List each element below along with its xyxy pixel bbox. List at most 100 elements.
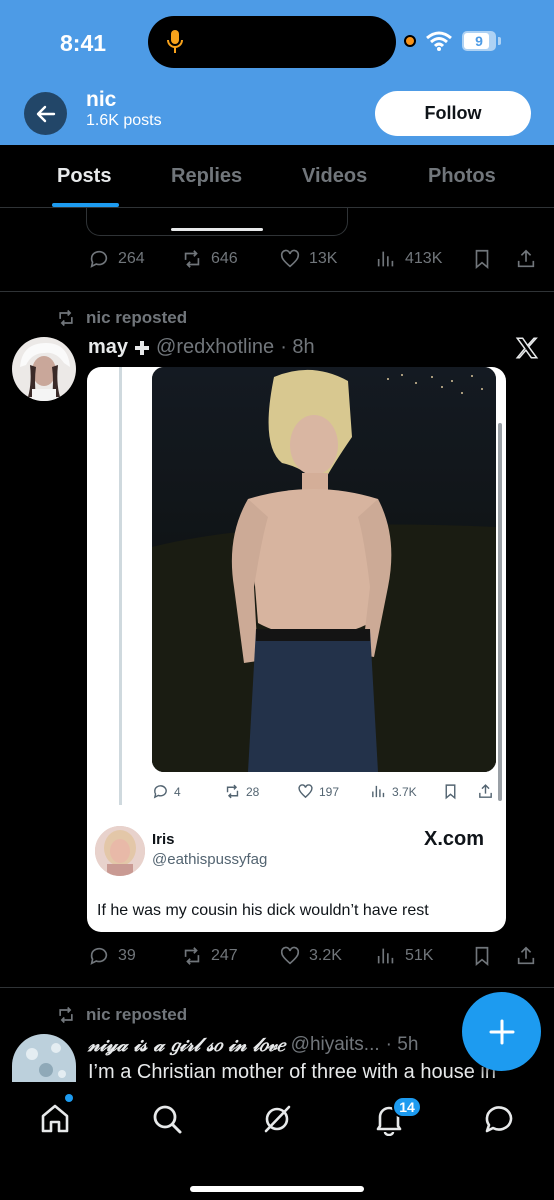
reposted-by-label: nic reposted <box>86 308 188 327</box>
embed-scrollbar[interactable] <box>498 423 502 801</box>
tab-replies[interactable]: Replies <box>171 165 242 188</box>
photo-image <box>152 367 496 772</box>
heart-icon <box>280 249 300 268</box>
embed-reply: 4 <box>152 783 181 800</box>
avatar-image <box>12 337 76 401</box>
reply-icon <box>90 250 108 268</box>
reply-button[interactable]: 39 <box>88 945 136 967</box>
author-handle[interactable]: @redxhotline <box>156 336 274 359</box>
x-com-watermark: X.com <box>424 828 485 850</box>
arrow-left-icon <box>36 105 55 122</box>
repost-count: 247 <box>211 947 238 964</box>
post-time: · 8h <box>280 336 315 358</box>
privacy-dot-icon <box>404 35 416 47</box>
profile-posts-count: 1.6K posts <box>86 112 162 129</box>
wifi-icon <box>426 31 452 51</box>
repost-icon <box>226 784 239 799</box>
status-icons: 9 <box>404 30 501 52</box>
author-name[interactable]: 𝓃𝒾𝓎𝒶 𝒾𝓈 𝒶 𝑔𝒾𝓇𝓁 𝓈𝑜 𝒾𝓃 𝓁𝑜𝓋𝑒 <box>88 1034 285 1056</box>
bookmark-icon <box>475 946 489 967</box>
post-divider <box>0 987 554 988</box>
repost-icon <box>59 309 73 327</box>
embed-reply-text: If he was my cousin his dick wouldn’t ha… <box>97 902 429 919</box>
repost-indicator[interactable]: nic reposted <box>56 1005 187 1025</box>
post-photo[interactable] <box>152 367 496 772</box>
avatar[interactable] <box>12 1034 76 1082</box>
profile-name: nic <box>86 88 117 111</box>
previous-post-media[interactable] <box>86 208 348 236</box>
views-icon <box>372 785 385 798</box>
home-icon[interactable] <box>38 1102 72 1136</box>
follow-button[interactable]: Follow <box>375 91 531 136</box>
share-button[interactable] <box>515 945 537 967</box>
author-name[interactable]: may <box>88 336 128 359</box>
battery-icon: 9 <box>462 31 496 51</box>
status-time: 8:41 <box>60 30 107 56</box>
bookmark-button[interactable] <box>471 945 493 967</box>
messages-icon[interactable] <box>482 1102 516 1136</box>
reply-icon <box>90 947 108 965</box>
reposted-by-label: nic reposted <box>86 1005 188 1024</box>
like-button[interactable]: 3.2K <box>279 945 342 967</box>
embed-views: 3.7K <box>370 783 417 800</box>
like-count: 3.2K <box>309 947 342 964</box>
embed-repost-count: 28 <box>246 784 260 799</box>
search-icon[interactable] <box>150 1102 184 1136</box>
previous-post-actions: 264 646 13K 413K <box>0 248 554 272</box>
views-icon <box>377 251 394 267</box>
plus-badge-icon <box>135 340 150 355</box>
bookmark-icon <box>475 249 489 270</box>
notification-badge: 14 <box>392 1096 422 1118</box>
compose-button[interactable] <box>462 992 541 1071</box>
reply-button[interactable]: 264 <box>88 248 145 270</box>
back-button[interactable] <box>24 92 67 135</box>
author-handle[interactable]: @hiyaits... <box>291 1034 380 1056</box>
tab-videos[interactable]: Videos <box>302 165 367 188</box>
embed-bookmark <box>442 783 459 800</box>
views-button[interactable]: 51K <box>375 945 433 967</box>
battery-level: 9 <box>475 33 483 49</box>
embedded-screenshot[interactable]: 4 28 197 3.7K Iris @eathispussyfag X.com… <box>87 367 506 932</box>
views-button[interactable]: 413K <box>375 248 442 270</box>
reply-count: 39 <box>118 947 136 964</box>
reply-author-name: Iris <box>152 831 175 848</box>
grok-icon[interactable] <box>260 1102 294 1136</box>
bookmark-icon <box>445 784 456 800</box>
reply-count: 264 <box>118 250 145 267</box>
share-button[interactable] <box>515 248 537 270</box>
tab-posts[interactable]: Posts <box>57 165 111 188</box>
repost-count: 646 <box>211 250 238 267</box>
views-count: 51K <box>405 947 434 964</box>
post-author[interactable]: 𝓃𝒾𝓎𝒶 𝒾𝓈 𝒶 𝑔𝒾𝓇𝓁 𝓈𝑜 𝒾𝓃 𝓁𝑜𝓋𝑒 @hiyaits... · … <box>88 1034 418 1056</box>
heart-icon <box>280 946 300 965</box>
thread-line <box>119 367 122 805</box>
home-unread-dot <box>65 1094 73 1102</box>
post-author[interactable]: may @redxhotline · 8h <box>88 336 315 359</box>
tab-photos[interactable]: Photos <box>428 165 496 188</box>
profile-tabs: Posts Replies Videos Photos <box>0 145 554 208</box>
embed-like-count: 197 <box>319 784 340 799</box>
embed-share <box>477 783 494 800</box>
embed-views-count: 3.7K <box>392 784 417 799</box>
repost-button[interactable]: 247 <box>181 945 238 967</box>
views-icon <box>377 948 394 964</box>
share-icon <box>479 784 492 798</box>
plus-icon <box>489 1019 514 1044</box>
microphone-icon <box>167 30 183 53</box>
share-icon <box>517 249 535 268</box>
avatar-image <box>95 826 145 876</box>
repost-button[interactable]: 646 <box>181 248 238 270</box>
dynamic-island <box>148 16 396 68</box>
post-text: I’m a Christian mother of three with a h… <box>88 1061 496 1083</box>
avatar-image <box>12 1034 76 1082</box>
bookmark-button[interactable] <box>471 248 493 270</box>
repost-indicator[interactable]: nic reposted <box>56 308 187 328</box>
media-scroll-indicator <box>171 228 263 231</box>
embed-like: 197 <box>297 783 339 800</box>
like-button[interactable]: 13K <box>279 248 337 270</box>
post-divider <box>0 291 554 292</box>
avatar[interactable] <box>12 337 76 401</box>
views-count: 413K <box>405 250 443 267</box>
reply-author-handle: @eathispussyfag <box>152 851 268 868</box>
x-logo-icon[interactable] <box>514 335 540 361</box>
